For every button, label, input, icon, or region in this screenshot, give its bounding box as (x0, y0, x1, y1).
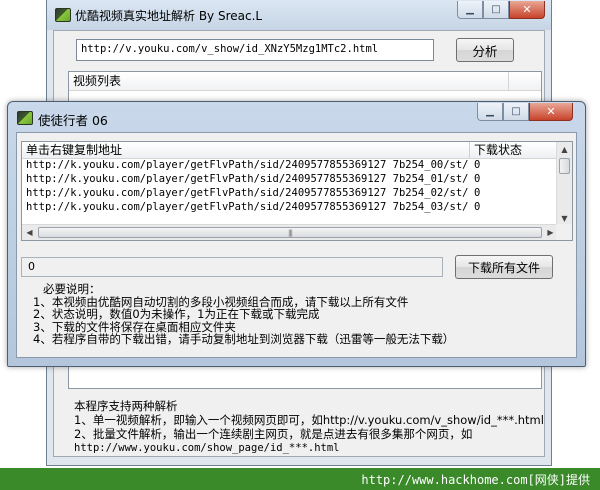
table-row[interactable]: http://k.youku.com/player/getFlvPath/sid… (22, 172, 558, 186)
download-all-button[interactable]: 下载所有文件 (455, 255, 553, 279)
info-line: 2、批量文件解析，输出一个连续剧主网页，就是点进去有很多集那个网页，如 (74, 427, 473, 441)
file-url[interactable]: http://k.youku.com/player/getFlvPath/sid… (26, 186, 468, 200)
dialog-logo-icon (17, 111, 33, 125)
dialog-minimize-icon[interactable]: ▁ (477, 103, 503, 121)
column-header-url[interactable]: 单击右键复制地址 (22, 142, 470, 158)
video-list-header: 视频列表 (69, 72, 541, 91)
info-line: http://www.youku.com/show_page/id_***.ht… (74, 442, 340, 454)
dialog-title: 使徒行者 06 (38, 113, 108, 128)
maximize-icon[interactable]: □ (483, 1, 509, 19)
note-line: 4、若程序自带的下载出错，请手动复制地址到浏览器下载（迅雷等一般无法下载） (33, 332, 455, 346)
vertical-scroll-thumb[interactable] (559, 158, 570, 174)
file-status: 0 (474, 159, 481, 171)
file-status: 0 (474, 201, 481, 213)
dialog-close-icon[interactable]: ✕ (529, 103, 573, 121)
minimize-icon[interactable]: ▁ (457, 1, 483, 19)
horizontal-scrollbar[interactable]: ◀ ||| ▶ (22, 224, 558, 240)
usage-info: 本程序支持两种解析 1、单一视频解析，即输入一个视频网页即可，如http://v… (74, 399, 544, 455)
info-line: 本程序支持两种解析 (74, 399, 178, 413)
url-input[interactable]: http://v.youku.com/v_show/id_XNzY5Mzg1MT… (76, 39, 434, 61)
file-rows: http://k.youku.com/player/getFlvPath/sid… (22, 158, 558, 214)
note-line: 2、状态说明，数值0为未操作，1为正在下载或下载完成 (33, 307, 320, 321)
table-row[interactable]: http://k.youku.com/player/getFlvPath/sid… (22, 200, 558, 214)
file-url[interactable]: http://k.youku.com/player/getFlvPath/sid… (26, 172, 468, 186)
table-row[interactable]: http://k.youku.com/player/getFlvPath/sid… (22, 158, 558, 172)
parse-button[interactable]: 分析 (456, 38, 514, 62)
dialog-client-area: 单击右键复制地址 下载状态 http://k.youku.com/player/… (16, 132, 577, 358)
horizontal-scroll-thumb[interactable]: ||| (38, 227, 542, 238)
main-title-bar[interactable]: 优酷视频真实地址解析 By Sreac.L ▁ □ ✕ (47, 0, 551, 30)
table-row[interactable]: http://k.youku.com/player/getFlvPath/sid… (22, 186, 558, 200)
notes-text: 必要说明： 1、本视频由优酷网自动切割的多段小视频组合而成，请下载以上所有文件 … (33, 283, 454, 346)
status-field[interactable]: 0 (21, 257, 443, 277)
video-list-column[interactable]: 视频列表 (69, 72, 509, 90)
scroll-corner (556, 224, 572, 240)
file-list-header: 单击右键复制地址 下载状态 (22, 142, 558, 159)
site-watermark: http://www.hackhome.com[网侠]提供 (0, 468, 600, 490)
file-url[interactable]: http://k.youku.com/player/getFlvPath/sid… (26, 200, 468, 214)
app-logo-icon (55, 8, 71, 22)
file-list[interactable]: 单击右键复制地址 下载状态 http://k.youku.com/player/… (21, 141, 573, 241)
close-icon[interactable]: ✕ (509, 1, 545, 19)
notes-heading: 必要说明： (43, 282, 101, 296)
file-status: 0 (474, 187, 481, 199)
dialog-maximize-icon[interactable]: □ (503, 103, 529, 121)
file-status: 0 (474, 173, 481, 185)
info-line: 1、单一视频解析，即输入一个视频网页即可，如http://v.youku.com… (74, 413, 544, 427)
scroll-left-icon[interactable]: ◀ (22, 225, 37, 240)
scroll-up-icon[interactable]: ▲ (557, 142, 572, 157)
file-url[interactable]: http://k.youku.com/player/getFlvPath/sid… (26, 158, 468, 172)
main-window-title: 优酷视频真实地址解析 By Sreac.L (75, 9, 263, 23)
vertical-scrollbar[interactable]: ▲ ▼ (556, 142, 572, 226)
column-header-status[interactable]: 下载状态 (470, 142, 558, 158)
download-dialog: 使徒行者 06 ▁ □ ✕ 单击右键复制地址 下载状态 http://k.you… (7, 101, 586, 367)
